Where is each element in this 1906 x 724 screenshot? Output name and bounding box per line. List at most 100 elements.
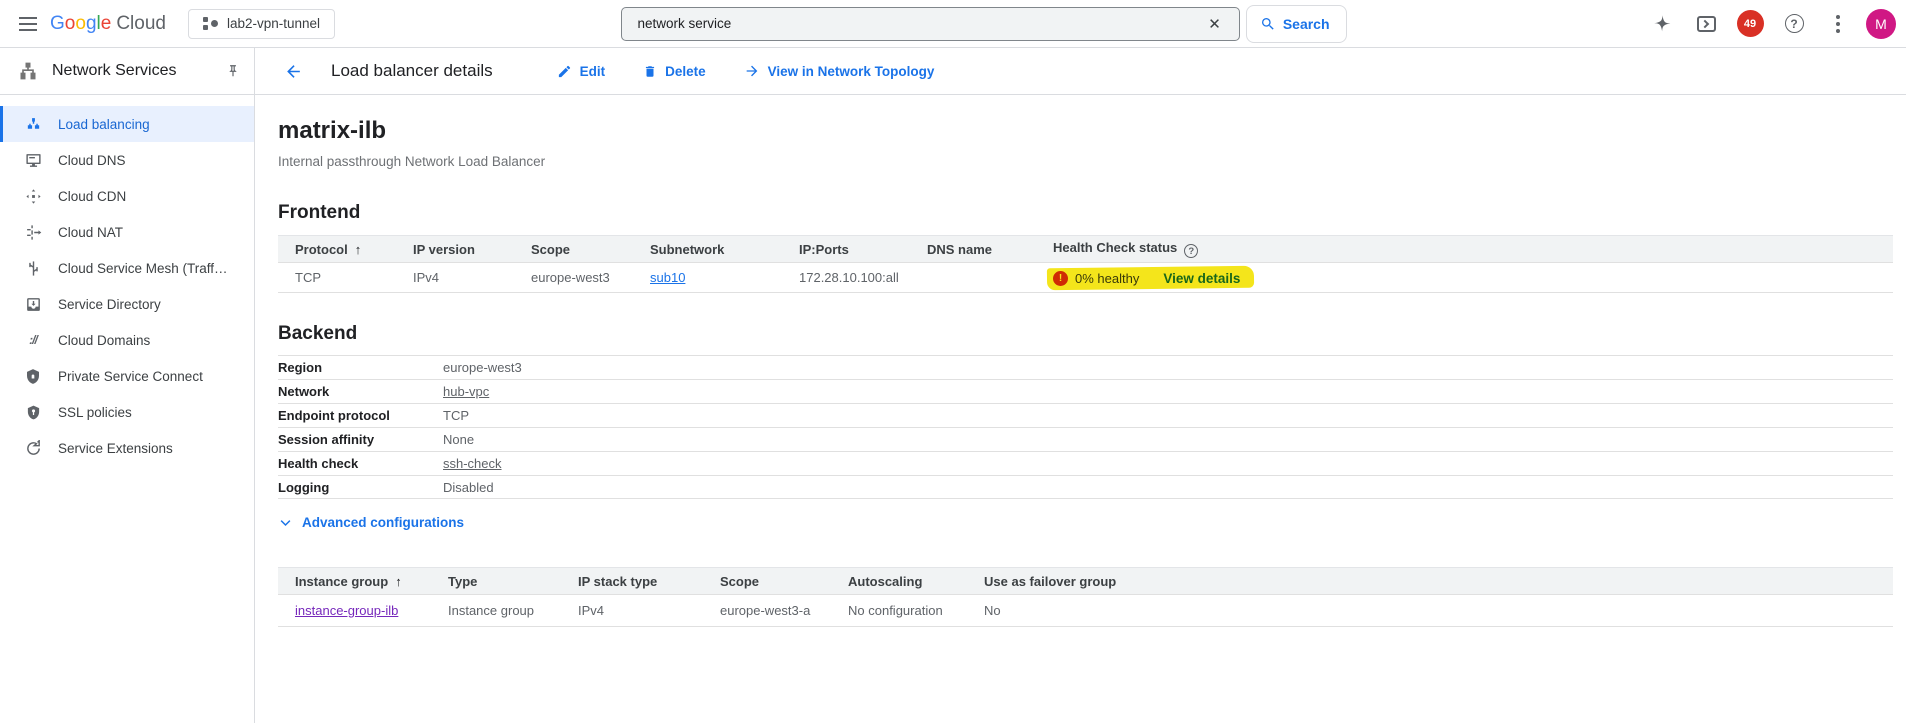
cell-autoscaling: No configuration (848, 603, 943, 618)
sidebar-item-label: Cloud Domains (58, 332, 151, 348)
search-clear-icon[interactable]: ✕ (1200, 11, 1229, 37)
sidebar-item-ssl-policies[interactable]: SSL policies (0, 394, 254, 430)
sidebar-nav: Load balancing Cloud DNS Cloud CDN Cloud… (0, 95, 254, 466)
back-button[interactable] (273, 51, 313, 91)
column-header-subnetwork[interactable]: Subnetwork (650, 242, 799, 257)
column-header-ip-stack-type[interactable]: IP stack type (578, 574, 720, 589)
search-input[interactable] (637, 16, 1201, 31)
help-button[interactable]: ? (1774, 4, 1814, 44)
account-avatar[interactable]: M (1866, 8, 1896, 39)
frontend-table-header: Protocol ↑ IP version Scope Subnetwork IP… (278, 235, 1893, 263)
cloud-cdn-icon (24, 188, 42, 205)
project-name: lab2-vpn-tunnel (226, 16, 321, 31)
property-value: None (443, 432, 475, 447)
frontend-table-row: TCP IPv4 europe-west3 sub10 172.28.10.10… (278, 263, 1893, 293)
property-label: Session affinity (278, 432, 375, 447)
ssl-policies-icon (24, 404, 42, 421)
search-area: ✕ Search (335, 4, 1632, 43)
property-value: Disabled (443, 479, 494, 495)
service-extensions-icon (24, 439, 42, 457)
column-header-health-check-status[interactable]: Health Check status? (1053, 240, 1893, 259)
load-balancing-icon (24, 116, 42, 133)
cell-scope: europe-west3 (531, 270, 610, 285)
notifications-button[interactable]: 49 (1730, 4, 1770, 44)
trash-icon (646, 65, 655, 77)
sidebar-item-cloud-dns[interactable]: Cloud DNS (0, 142, 254, 178)
sidebar-title: Network Services (52, 62, 177, 79)
search-bar: ✕ Search (620, 4, 1347, 43)
view-details-link[interactable]: View details (1163, 271, 1240, 286)
property-row-network: Network hub-vpc (278, 379, 1893, 403)
column-header-type[interactable]: Type (448, 574, 578, 589)
column-header-instance-group[interactable]: Instance group ↑ (278, 574, 448, 589)
cell-ip-ports: 172.28.10.100:all (799, 270, 899, 285)
column-header-dns-name[interactable]: DNS name (927, 242, 1053, 257)
property-label: Logging (278, 479, 330, 495)
hamburger-menu-button[interactable] (8, 4, 48, 44)
sidebar-item-label: Cloud CDN (58, 188, 127, 204)
delete-label: Delete (665, 63, 706, 79)
property-value: europe-west3 (443, 360, 522, 375)
sidebar-item-load-balancing[interactable]: Load balancing (0, 106, 254, 142)
edit-label: Edit (579, 63, 606, 79)
sidebar: Network Services Load balancing Cloud DN… (0, 48, 255, 723)
search-button[interactable]: Search (1245, 4, 1347, 43)
health-check-link[interactable]: ssh-check (443, 456, 502, 471)
logo-letter: o (64, 12, 76, 34)
logo-letter: G (50, 12, 65, 34)
delete-button[interactable]: Delete (643, 64, 706, 79)
topology-label: View in Network Topology (767, 63, 935, 79)
property-row-logging: Logging Disabled (278, 475, 1893, 499)
edit-button[interactable]: Edit (557, 63, 606, 79)
search-icon (1261, 17, 1274, 30)
sidebar-item-service-directory[interactable]: Service Directory (0, 286, 254, 322)
load-balancer-name: matrix-ilb (278, 117, 387, 144)
cloud-shell-button[interactable] (1686, 4, 1726, 44)
sidebar-item-label: Load balancing (58, 116, 150, 132)
topbar: Google Cloud lab2-vpn-tunnel ✕ Search 49 (0, 0, 1906, 48)
column-header-protocol[interactable]: Protocol ↑ (278, 242, 413, 257)
subnetwork-link[interactable]: sub10 (650, 270, 685, 285)
column-header-failover[interactable]: Use as failover group (984, 574, 1893, 589)
help-circle-icon[interactable]: ? (1184, 244, 1199, 259)
notification-badge: 49 (1736, 10, 1764, 37)
gemini-sparkle-icon (1653, 15, 1670, 32)
sidebar-item-label: Private Service Connect (58, 368, 203, 384)
more-options-button[interactable] (1818, 4, 1858, 44)
sidebar-item-cloud-domains[interactable]: :// Cloud Domains (0, 322, 254, 358)
cell-failover: No (984, 603, 1001, 618)
sidebar-item-cloud-cdn[interactable]: Cloud CDN (0, 178, 254, 214)
sort-ascending-icon[interactable]: ↑ (395, 574, 402, 589)
property-label: Health check (278, 456, 359, 471)
sort-ascending-icon[interactable]: ↑ (355, 242, 362, 257)
pencil-icon (558, 65, 570, 77)
cloud-dns-icon (24, 152, 42, 169)
project-selector[interactable]: lab2-vpn-tunnel (187, 8, 336, 39)
search-field[interactable]: ✕ (620, 6, 1240, 41)
sidebar-item-cloud-nat[interactable]: Cloud NAT (0, 214, 254, 250)
advanced-configurations-label: Advanced configurations (302, 515, 465, 530)
sidebar-item-label: SSL policies (58, 404, 132, 420)
column-header-scope[interactable]: Scope (720, 574, 848, 589)
view-in-network-topology-button[interactable]: View in Network Topology (744, 63, 935, 79)
pin-icon[interactable] (226, 64, 240, 78)
service-directory-icon (24, 296, 42, 313)
sidebar-item-service-extensions[interactable]: Service Extensions (0, 430, 254, 466)
sidebar-item-private-service-connect[interactable]: Private Service Connect (0, 358, 254, 394)
column-header-scope[interactable]: Scope (531, 242, 650, 257)
private-service-connect-icon (24, 368, 42, 385)
column-header-autoscaling[interactable]: Autoscaling (848, 574, 984, 589)
topbar-actions: 49 ? M (1642, 4, 1896, 44)
advanced-configurations-toggle[interactable]: Advanced configurations (278, 515, 464, 530)
error-icon: ! (1053, 271, 1068, 286)
instance-group-link[interactable]: instance-group-ilb (295, 603, 398, 618)
column-header-ip-version[interactable]: IP version (413, 242, 531, 257)
network-link[interactable]: hub-vpc (443, 384, 489, 399)
google-cloud-logo[interactable]: Google Cloud (50, 13, 166, 35)
sidebar-header: Network Services (0, 48, 254, 95)
column-header-ip-ports[interactable]: IP:Ports (799, 242, 927, 257)
gemini-button[interactable] (1642, 4, 1682, 44)
instance-group-table-header: Instance group ↑ Type IP stack type Scope… (278, 567, 1893, 595)
sidebar-item-cloud-service-mesh[interactable]: Cloud Service Mesh (Traff… (0, 250, 254, 286)
arrow-right-icon (746, 65, 757, 77)
